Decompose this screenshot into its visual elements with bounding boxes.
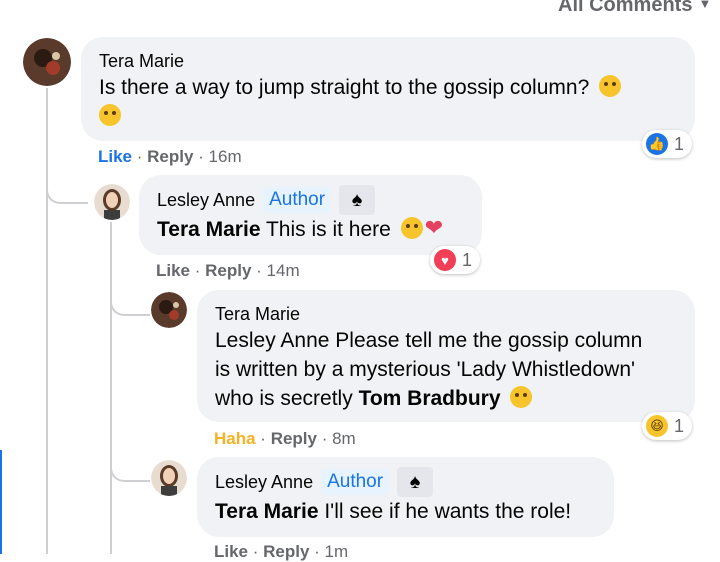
author-badge: Author <box>321 469 390 495</box>
love-icon: ♥ <box>434 249 456 271</box>
chevron-down-icon: ▼ <box>698 0 712 11</box>
comment-author[interactable]: Tera Marie <box>99 49 677 73</box>
reaction-count: 1 <box>462 249 473 270</box>
avatar-lesley-anne[interactable] <box>94 184 130 220</box>
reply-button[interactable]: Reply <box>263 542 309 561</box>
author-name: Tera Marie <box>215 304 301 324</box>
reply-button[interactable]: Reply <box>147 147 193 166</box>
avatar-lesley-anne[interactable] <box>151 460 187 496</box>
left-accent-bar <box>0 450 2 554</box>
comment-author[interactable]: Tera Marie <box>215 302 677 326</box>
author-name: Tera Marie <box>99 51 185 71</box>
reaction-count: 1 <box>674 133 685 154</box>
comment-text-body: Is there a way to jump straight to the g… <box>99 76 590 99</box>
heart-emoji: ❤ <box>424 215 444 241</box>
comment-author-row: Lesley Anne Author ♠ <box>215 467 596 497</box>
timestamp[interactable]: 1m <box>325 542 349 561</box>
winking-face-emoji <box>599 75 622 98</box>
avatar-tera-marie[interactable] <box>151 292 187 328</box>
comment-actions-1: Like · Reply · 16m <box>98 147 242 167</box>
comment-bubble-3: Tera Marie Lesley Anne Please tell me th… <box>197 290 695 422</box>
reaction-count-haha[interactable]: 😆 1 <box>642 412 693 440</box>
separator: · <box>309 542 325 561</box>
comment-text: Is there a way to jump straight to the g… <box>99 73 677 102</box>
comment-text-body: This is it here <box>265 218 391 241</box>
separator: · <box>190 261 206 280</box>
laughing-face-emoji <box>99 104 121 127</box>
thread-curve-reply-3 <box>110 456 150 482</box>
haha-button[interactable]: Haha <box>214 429 256 448</box>
like-button[interactable]: Like <box>214 542 248 561</box>
timestamp[interactable]: 8m <box>332 429 356 448</box>
all-comments-label: All Comments <box>558 0 693 16</box>
comment-text: Tera Marie This is it here ❤ <box>157 215 464 244</box>
like-button[interactable]: Like <box>98 147 132 166</box>
separator: · <box>255 429 271 448</box>
grinning-face-emoji <box>510 386 533 409</box>
comment-bubble-1: Tera Marie Is there a way to jump straig… <box>81 37 695 141</box>
haha-icon: 😆 <box>646 415 668 437</box>
reaction-count-like[interactable]: 👍 1 <box>642 130 693 158</box>
mention-tag[interactable]: Tera Marie <box>157 218 261 241</box>
separator: · <box>251 261 267 280</box>
reply-button[interactable]: Reply <box>271 429 317 448</box>
spade-icon[interactable]: ♠ <box>339 185 376 215</box>
author-badge: Author <box>263 187 332 213</box>
separator: · <box>316 429 333 448</box>
comment-actions-3: Haha · Reply · 8m <box>214 429 356 449</box>
like-button[interactable]: Like <box>156 261 190 280</box>
comment-text: Tera Marie I'll see if he wants the role… <box>215 497 596 526</box>
timestamp[interactable]: 14m <box>267 261 300 280</box>
reaction-count-love[interactable]: ♥ 1 <box>430 246 481 274</box>
comment-bubble-2: Lesley Anne Author ♠ Tera Marie This is … <box>139 175 482 255</box>
thread-curve-reply-2 <box>110 290 150 316</box>
comment-text-line2: is written by a mysterious 'Lady Whistle… <box>215 358 636 381</box>
author-name[interactable]: Lesley Anne <box>215 470 313 494</box>
comment-text-line1: Lesley Anne Please tell me the gossip co… <box>215 326 677 355</box>
comment-text-body: who is secretly <box>215 387 353 410</box>
reaction-count: 1 <box>674 415 685 436</box>
comment-bubble-4: Lesley Anne Author ♠ Tera Marie I'll see… <box>197 457 614 537</box>
comment-text-line2 <box>99 102 677 131</box>
like-icon: 👍 <box>646 133 668 155</box>
mention-tag[interactable]: Lesley Anne <box>215 329 329 352</box>
timestamp[interactable]: 16m <box>209 147 242 166</box>
separator: · <box>248 542 264 561</box>
mention-tag[interactable]: Tera Marie <box>215 500 319 523</box>
comment-actions-4: Like · Reply · 1m <box>214 542 348 562</box>
reply-button[interactable]: Reply <box>205 261 251 280</box>
spade-icon[interactable]: ♠ <box>397 467 434 497</box>
comment-actions-2: Like · Reply · 14m <box>156 261 300 281</box>
thread-curve-reply-1 <box>46 178 88 204</box>
all-comments-dropdown[interactable]: All Comments ▼ <box>558 0 711 17</box>
separator: · <box>132 147 148 166</box>
comment-author-row: Lesley Anne Author ♠ <box>157 185 464 215</box>
winking-face-emoji <box>400 217 423 240</box>
thread-line-nested <box>110 222 112 554</box>
thread-line-main <box>46 88 48 554</box>
avatar-tera-marie[interactable] <box>23 38 71 86</box>
comment-text-body: I'll see if he wants the role! <box>324 500 572 523</box>
comment-text-body: Please tell me the gossip column <box>335 329 643 352</box>
comment-text-line3: who is secretly Tom Bradbury <box>215 384 677 413</box>
separator: · <box>193 147 209 166</box>
author-name[interactable]: Lesley Anne <box>157 188 255 212</box>
mention-tag[interactable]: Tom Bradbury <box>359 387 501 410</box>
